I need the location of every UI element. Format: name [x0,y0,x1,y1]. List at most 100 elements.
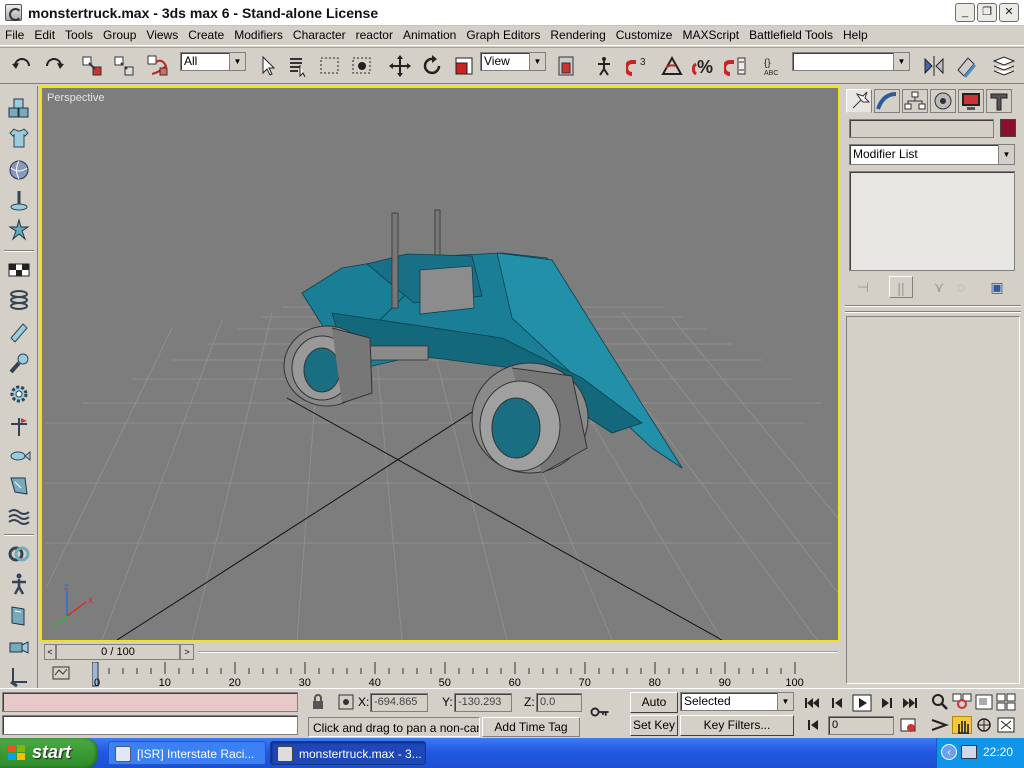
key-mode-dropdown[interactable]: Selected ▼ [680,692,794,711]
box-objects-icon[interactable] [7,96,31,120]
window-crossing-icon[interactable] [350,54,374,78]
time-configuration-icon[interactable] [898,716,918,734]
select-and-link-icon[interactable] [80,54,104,78]
key-mode-toggle-icon[interactable] [804,716,824,734]
pin-icon[interactable] [7,188,31,212]
camera-icon[interactable] [7,634,31,658]
maxscript-input-mini[interactable] [2,715,298,735]
make-unique-icon[interactable]: ⋎ [927,276,951,298]
menu-group[interactable]: Group [98,26,141,42]
redo-icon[interactable] [42,54,66,78]
display-tab[interactable] [958,89,984,113]
tube-icon[interactable] [7,320,31,344]
object-name-field[interactable] [849,119,994,138]
spinner-snap-icon[interactable] [722,54,748,78]
menu-tools[interactable]: Tools [60,26,98,42]
menu-edit[interactable]: Edit [29,26,60,42]
track-bar[interactable]: 0 10 20 30 40 50 60 70 80 90 100 [40,662,862,688]
bind-to-space-warp-icon[interactable] [146,54,170,78]
set-key-icon[interactable] [590,703,618,725]
network-icon[interactable] [961,745,977,759]
sphere-icon[interactable] [7,158,31,182]
object-color-swatch[interactable] [1000,119,1016,137]
key-filters-button[interactable]: Key Filters... [680,715,794,736]
menu-animation[interactable]: Animation [398,26,461,42]
checker-material-icon[interactable] [7,258,31,282]
previous-frame-icon[interactable] [828,694,848,712]
pivot-center-icon[interactable] [554,54,578,78]
edit-named-selection-icon[interactable]: {} ABC [762,54,786,78]
select-and-scale-icon[interactable] [452,54,476,78]
menu-customize[interactable]: Customize [611,26,678,42]
maximize-button[interactable]: ❐ [977,3,997,22]
taskbar-item-3dsmax[interactable]: monstertruck.max - 3... [270,741,426,765]
go-to-end-icon[interactable] [900,694,920,712]
knot-icon[interactable] [7,542,31,566]
water-icon[interactable] [7,504,31,528]
pan-view-icon[interactable] [952,716,972,734]
menu-help[interactable]: Help [838,26,873,42]
maximize-viewport-icon[interactable] [996,716,1016,734]
lock-selection-icon[interactable] [308,693,328,711]
time-slider-thumb[interactable]: 0 / 100 [56,644,180,660]
time-slider-prev-button[interactable]: < [44,644,56,660]
set-key-button[interactable]: Set Key [630,715,678,736]
start-button[interactable]: start [0,738,98,768]
menu-maxscript[interactable]: MAXScript [677,26,744,42]
select-and-rotate-icon[interactable] [420,54,444,78]
brush-icon[interactable] [7,664,31,688]
app-logo-icon[interactable] [5,4,22,21]
select-and-move-icon[interactable] [388,54,412,78]
remove-modifier-icon[interactable]: ◌ [949,276,973,298]
gear-icon[interactable] [7,382,31,406]
snap-toggle-icon[interactable]: 3 [624,54,650,78]
menu-reactor[interactable]: reactor [351,26,398,42]
zoom-icon[interactable] [930,693,950,711]
next-frame-icon[interactable] [876,694,896,712]
cloth-icon[interactable] [7,474,31,498]
utilities-tab[interactable] [986,89,1012,113]
zoom-all-icon[interactable] [952,693,972,711]
taskbar-item-isr[interactable]: [ISR] Interstate Raci... [108,741,266,765]
mirror-icon[interactable] [922,54,946,78]
menu-create[interactable]: Create [183,26,229,42]
modifier-list-dropdown[interactable]: Modifier List ▼ [849,144,1015,165]
coord-z-field[interactable]: 0.0 [536,693,582,712]
tray-expand-icon[interactable]: ‹ [941,744,957,760]
hierarchy-tab[interactable] [902,89,928,113]
book-icon[interactable] [7,604,31,628]
menu-modifiers[interactable]: Modifiers [229,26,288,42]
coil-icon[interactable] [7,288,31,312]
unlink-selection-icon[interactable] [112,54,136,78]
frame-ruler[interactable]: 0 10 20 30 40 50 60 70 80 90 100 [92,662,862,688]
biped-icon[interactable] [7,572,31,596]
wrench-icon[interactable] [7,352,31,376]
go-to-start-icon[interactable] [802,694,822,712]
align-icon[interactable] [954,54,978,78]
shirt-icon[interactable] [7,126,31,150]
star-figure-icon[interactable] [7,218,31,242]
absolute-mode-icon[interactable] [336,693,356,711]
arc-rotate-icon[interactable] [974,716,994,734]
show-end-result-icon[interactable]: || [889,276,913,298]
menu-graph-editors[interactable]: Graph Editors [461,26,545,42]
current-frame-field[interactable]: 0 [828,716,894,735]
named-selection-dropdown[interactable]: ▼ [792,52,910,71]
zoom-extents-all-icon[interactable] [996,693,1016,711]
curve-editor-icon[interactable] [52,665,70,681]
menu-character[interactable]: Character [288,26,351,42]
add-time-tag-button[interactable]: Add Time Tag [482,717,580,737]
select-and-manipulate-icon[interactable] [592,54,616,78]
menu-file[interactable]: File [0,26,29,42]
time-slider-next-button[interactable]: > [180,644,194,660]
selection-filter-dropdown[interactable]: All ▼ [180,52,246,71]
layer-manager-icon[interactable] [992,54,1016,78]
percent-snap-icon[interactable]: % [691,54,716,78]
coord-y-field[interactable]: -130.293 [454,693,512,712]
time-slider-track[interactable] [198,651,838,653]
motion-tab[interactable] [930,89,956,113]
select-by-name-icon[interactable] [286,54,310,78]
menu-rendering[interactable]: Rendering [545,26,610,42]
coord-x-field[interactable]: -694.865 [370,693,428,712]
rectangular-selection-icon[interactable] [318,54,342,78]
